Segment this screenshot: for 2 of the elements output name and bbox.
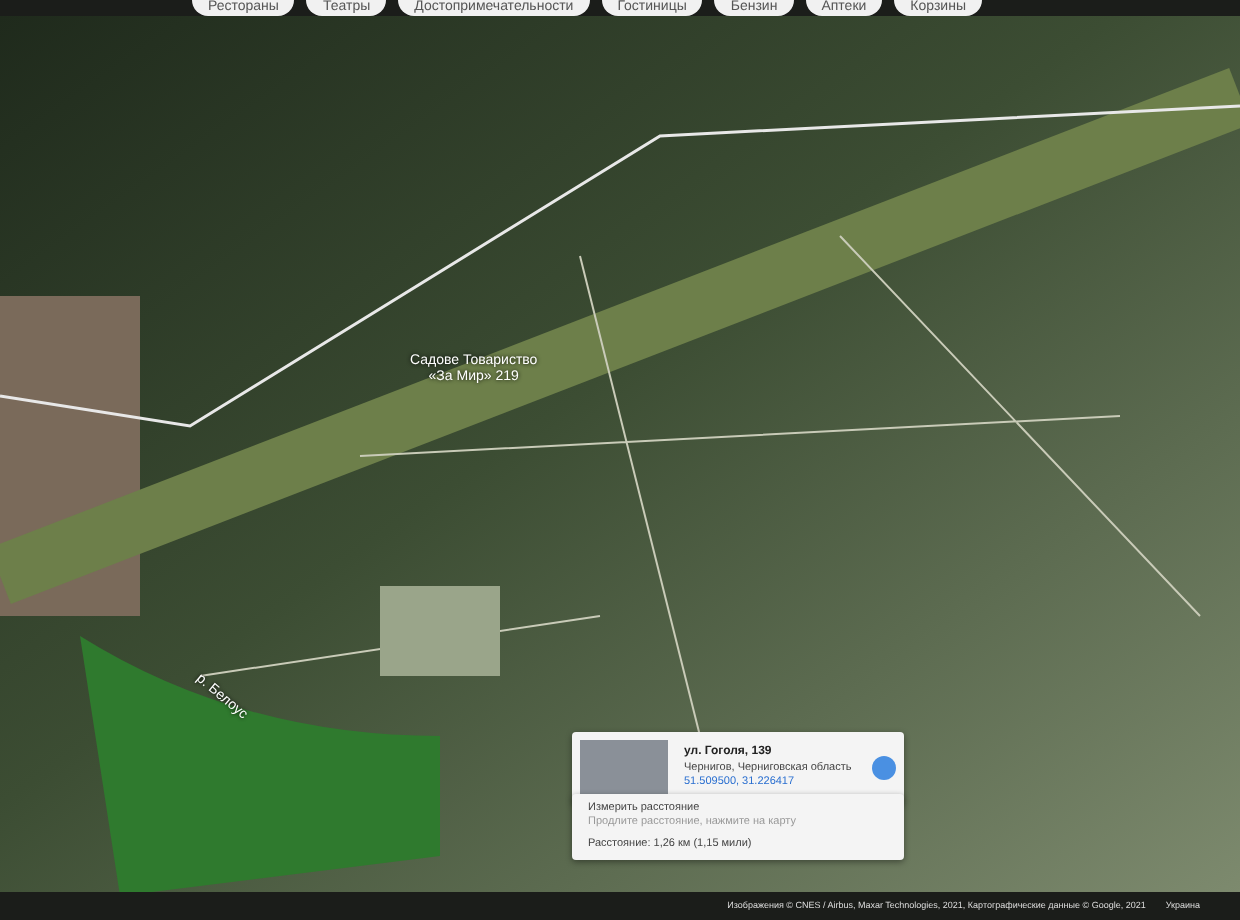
directions-icon[interactable]	[872, 756, 896, 780]
photo-placeholder	[580, 740, 668, 796]
